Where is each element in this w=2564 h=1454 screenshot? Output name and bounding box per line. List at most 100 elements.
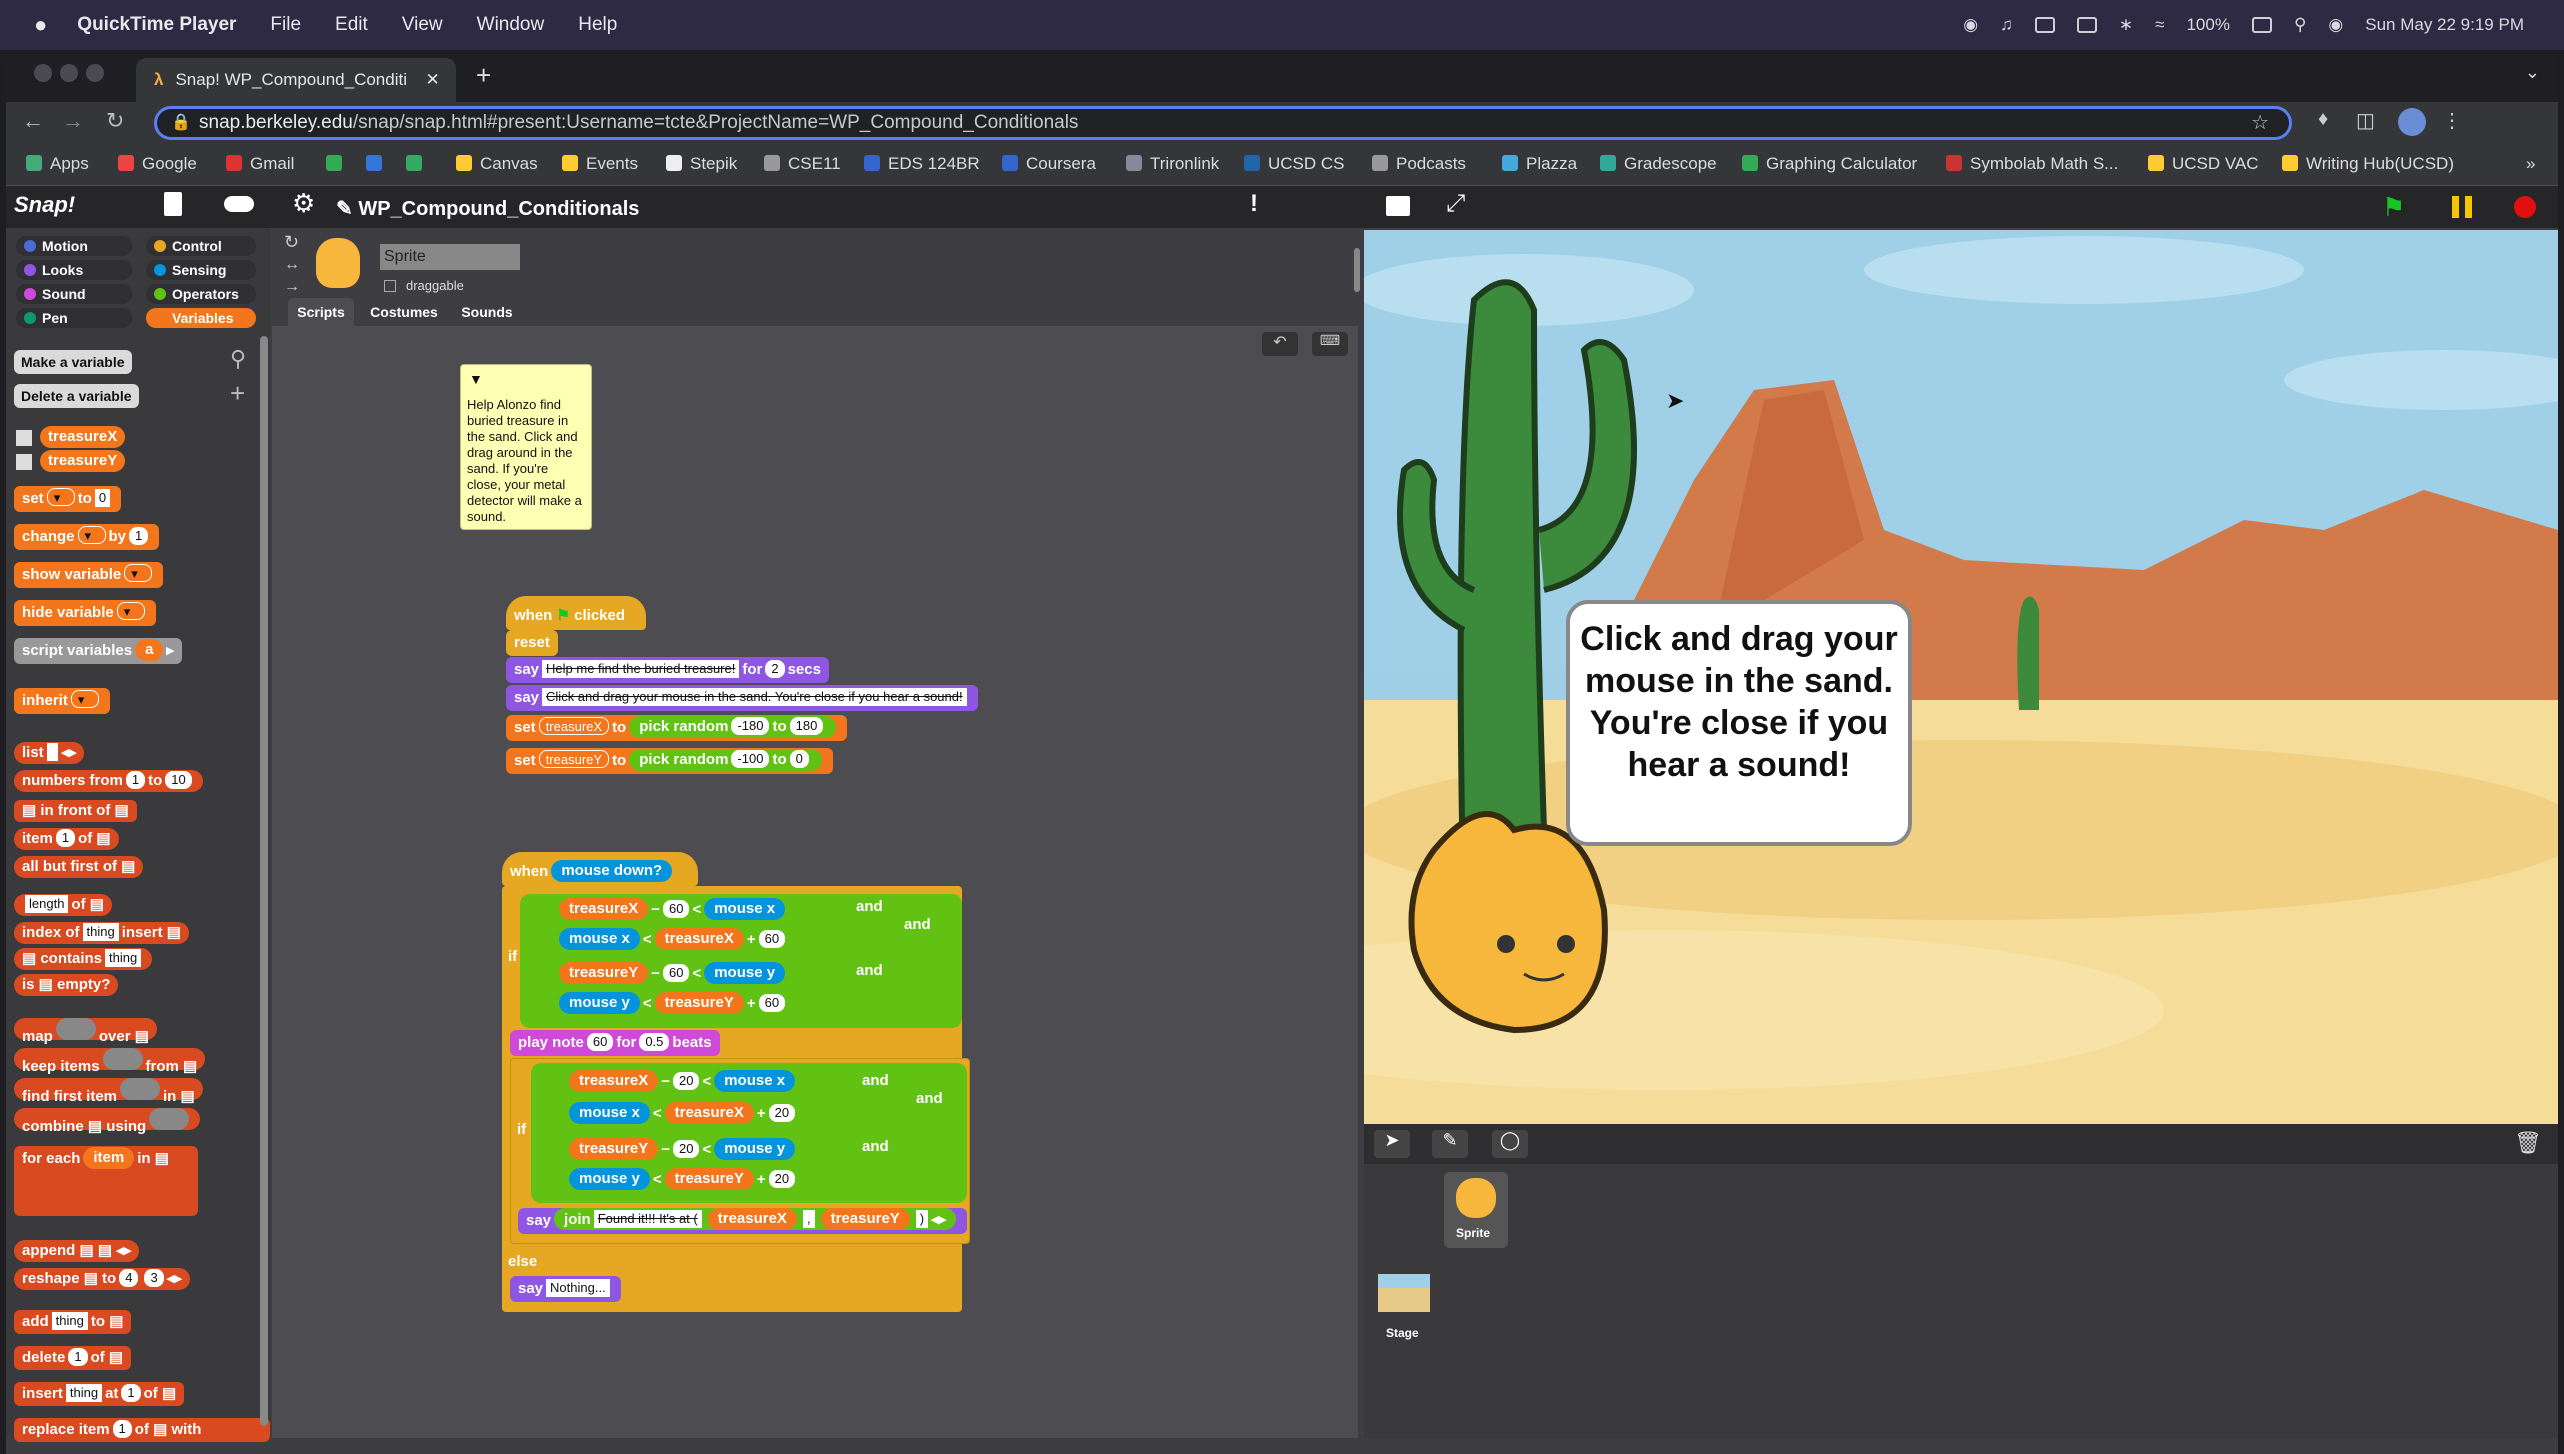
wifi-icon[interactable]: ≈ bbox=[2155, 15, 2164, 35]
reload-icon[interactable]: ↻ bbox=[106, 108, 124, 134]
delete-variable-button[interactable]: Delete a variable bbox=[14, 384, 139, 408]
script-area-scrollbar[interactable] bbox=[1354, 248, 1360, 292]
rotation-none-icon[interactable]: → bbox=[284, 278, 300, 296]
bookmark-writing-hub[interactable]: Writing Hub(UCSD) bbox=[2282, 154, 2454, 174]
sprite-name-field[interactable]: Sprite bbox=[380, 244, 520, 270]
bookmark-graphing-calc[interactable]: Graphing Calculator bbox=[1742, 154, 1917, 174]
block-set-treasurey[interactable]: set treasureY to pick random -100 to 0 bbox=[506, 748, 833, 774]
block-is-empty[interactable]: is ▤ empty? bbox=[14, 974, 119, 996]
green-flag-icon[interactable]: ⚑ bbox=[2382, 192, 2405, 223]
rotation-lr-icon[interactable]: ↔ bbox=[284, 256, 300, 274]
inner-cond-y-lower[interactable]: treasureY −20 < mouse y bbox=[556, 1136, 809, 1164]
stage[interactable] bbox=[1364, 230, 2558, 1124]
battery-text[interactable]: 100% bbox=[2186, 15, 2229, 35]
bookmark-icon-1[interactable] bbox=[326, 154, 350, 174]
hat-when-mouse-down[interactable]: when mouse down? bbox=[502, 852, 698, 886]
bookmark-canvas[interactable]: Canvas bbox=[456, 154, 538, 174]
menu-edit[interactable]: Edit bbox=[335, 14, 368, 36]
block-append[interactable]: append ▤ ▤ ◂▸ bbox=[14, 1240, 140, 1262]
bookmark-gradescope[interactable]: Gradescope bbox=[1600, 154, 1717, 174]
tab-menu-icon[interactable]: ⌄ bbox=[2525, 62, 2540, 83]
block-play-note[interactable]: play note 60 for 0.5 beats bbox=[510, 1030, 720, 1056]
pause-icon[interactable] bbox=[2452, 196, 2472, 218]
project-name[interactable]: ✎ WP_Compound_Conditionals bbox=[336, 196, 639, 221]
file-icon[interactable] bbox=[164, 192, 182, 216]
block-find-first-item[interactable]: find first item in ▤ bbox=[14, 1078, 203, 1105]
bookmark-trironlink[interactable]: Trironlink bbox=[1126, 154, 1219, 174]
zoom-window-icon[interactable] bbox=[86, 64, 104, 82]
menu-help[interactable]: Help bbox=[578, 14, 617, 36]
bookmark-symbolab[interactable]: Symbolab Math S... bbox=[1946, 154, 2118, 174]
block-map[interactable]: map over ▤ bbox=[14, 1018, 157, 1045]
palette-search-icon[interactable]: ⚲ bbox=[230, 346, 246, 372]
inner-cond-x-lower[interactable]: treasureX −20 < mouse x bbox=[556, 1068, 809, 1096]
block-set-var[interactable]: set ▾ to 0 bbox=[14, 486, 122, 512]
block-index-of[interactable]: index of thing insert ▤ bbox=[14, 922, 189, 944]
draggable-checkbox[interactable] bbox=[384, 280, 396, 292]
menu-view[interactable]: View bbox=[402, 14, 443, 36]
bookmark-ucsd-vac[interactable]: UCSD VAC bbox=[2148, 154, 2259, 174]
category-control[interactable]: Control bbox=[146, 236, 256, 256]
apple-icon[interactable]: ● bbox=[34, 12, 47, 38]
bookmark-events[interactable]: Events bbox=[562, 154, 638, 174]
category-operators[interactable]: Operators bbox=[146, 284, 256, 304]
block-set-treasurex[interactable]: set treasureX to pick random -180 to 180 bbox=[506, 715, 848, 741]
block-list[interactable]: list ◂▸ bbox=[14, 742, 85, 764]
block-show-variable[interactable]: show variable ▾ bbox=[14, 562, 164, 588]
forward-icon[interactable]: → bbox=[62, 108, 84, 134]
camera-icon[interactable]: ◯ bbox=[1492, 1130, 1528, 1158]
block-for-each[interactable]: for each item in ▤ bbox=[14, 1146, 198, 1216]
block-in-front-of[interactable]: ▤ in front of ▤ bbox=[14, 800, 137, 822]
block-reshape[interactable]: reshape ▤ to 4 3 ◂▸ bbox=[14, 1268, 190, 1290]
var-treasurex[interactable]: treasureX bbox=[40, 426, 126, 448]
close-window-icon[interactable] bbox=[34, 64, 52, 82]
profile-avatar[interactable] bbox=[2398, 108, 2426, 136]
inner-cond-x-upper[interactable]: mouse x < treasureX +20 bbox=[556, 1100, 809, 1128]
palette-scrollbar[interactable] bbox=[260, 336, 268, 1426]
block-say-for-secs[interactable]: say Help me find the buried treasure! for 2… bbox=[506, 657, 829, 683]
block-reset[interactable]: reset bbox=[506, 630, 558, 656]
tab-scripts[interactable]: Scripts bbox=[288, 298, 354, 326]
corral-sprite-tile[interactable]: Sprite bbox=[1444, 1172, 1508, 1248]
undo-icon[interactable]: ↶ bbox=[1262, 332, 1298, 356]
block-item-of[interactable]: item 1 of ▤ bbox=[14, 828, 119, 850]
add-turtle-icon[interactable]: ➤ bbox=[1374, 1130, 1410, 1158]
var-checkbox-y[interactable] bbox=[16, 454, 32, 470]
make-variable-button[interactable]: Make a variable bbox=[14, 350, 132, 374]
category-variables[interactable]: Variables bbox=[146, 308, 256, 328]
trash-icon[interactable]: 🗑 bbox=[2514, 1130, 2542, 1156]
cond-x-lower[interactable]: treasureX −60 < mouse x bbox=[546, 896, 799, 924]
block-add[interactable]: add thing to ▤ bbox=[14, 1310, 132, 1334]
new-tab-icon[interactable]: + bbox=[476, 60, 491, 91]
bookmark-icon-3[interactable] bbox=[406, 154, 430, 174]
bookmark-icon-2[interactable] bbox=[366, 154, 390, 174]
bookmark-stepik[interactable]: Stepik bbox=[666, 154, 737, 174]
category-pen[interactable]: Pen bbox=[16, 308, 132, 328]
browser-tab[interactable]: λ Snap! WP_Compound_Conditi ✕ bbox=[136, 58, 456, 102]
rotation-full-icon[interactable]: ↻ bbox=[284, 232, 299, 253]
block-all-but-first[interactable]: all but first of ▤ bbox=[14, 856, 144, 878]
window-icon[interactable] bbox=[2076, 17, 2097, 33]
var-treasurey[interactable]: treasureY bbox=[40, 450, 126, 472]
address-field[interactable]: 🔒 snap.berkeley.edu/snap/snap.html#prese… bbox=[154, 106, 2292, 140]
audio-icon[interactable]: ♫ bbox=[2000, 15, 2013, 35]
block-replace-item[interactable]: replace item 1 of ▤ with bbox=[14, 1418, 270, 1442]
record-icon[interactable]: ◉ bbox=[1963, 15, 1978, 35]
cond-y-upper[interactable]: mouse y < treasureY +60 bbox=[546, 990, 799, 1018]
snap-logo[interactable]: Snap! bbox=[14, 192, 75, 218]
category-sound[interactable]: Sound bbox=[16, 284, 132, 304]
stage-size-icon[interactable] bbox=[1386, 196, 1410, 216]
category-looks[interactable]: Looks bbox=[16, 260, 132, 280]
screen-icon[interactable] bbox=[2034, 17, 2055, 33]
menu-file[interactable]: File bbox=[270, 14, 301, 36]
block-script-variables[interactable]: script variables a ▸ bbox=[14, 638, 182, 664]
control-center-icon[interactable]: ◉ bbox=[2328, 15, 2343, 35]
back-icon[interactable]: ← bbox=[22, 108, 44, 134]
block-contains[interactable]: ▤ contains thing bbox=[14, 948, 153, 970]
category-sensing[interactable]: Sensing bbox=[146, 260, 256, 280]
block-keep-items[interactable]: keep items from ▤ bbox=[14, 1048, 206, 1075]
var-checkbox-x[interactable] bbox=[16, 430, 32, 446]
minimize-window-icon[interactable] bbox=[60, 64, 78, 82]
block-delete[interactable]: delete 1 of ▤ bbox=[14, 1346, 132, 1370]
tab-costumes[interactable]: Costumes bbox=[362, 298, 446, 326]
